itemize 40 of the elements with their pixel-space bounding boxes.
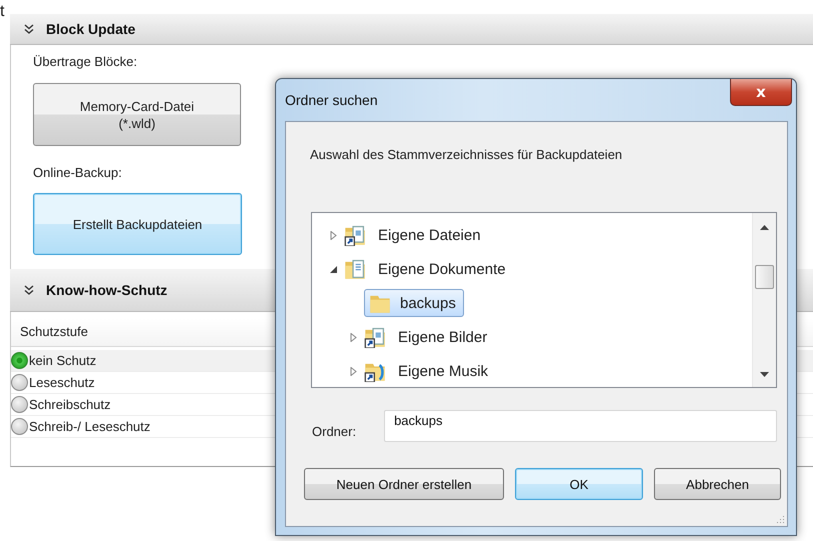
radio-button[interactable] [11, 352, 28, 369]
dialog-button[interactable]: Neuen Ordner erstellen [304, 468, 504, 500]
radio-button[interactable] [11, 374, 28, 391]
backup-button[interactable]: Erstellt Backupdateien [33, 193, 242, 255]
scroll-up-icon[interactable] [760, 225, 769, 231]
field-label: Online-Backup: [33, 165, 123, 180]
dialog-button[interactable]: OK [515, 468, 643, 500]
expand-icon[interactable] [329, 230, 338, 240]
folder-field[interactable]: backups [384, 410, 777, 442]
selected-tree-item[interactable]: backups [364, 289, 464, 317]
option-label: Leseschutz [29, 375, 95, 390]
tree-item[interactable]: Eigene Dateien [372, 222, 487, 248]
option-label: Schreibschutz [29, 397, 111, 412]
folder-icon [344, 258, 366, 280]
radio-button[interactable] [11, 396, 28, 413]
memory-card-button[interactable]: Memory-Card-Datei (*.wld) [33, 83, 241, 146]
folder-icon [344, 224, 366, 246]
option-label: Schreib-/ Leseschutz [29, 419, 150, 434]
resize-grip-icon[interactable] [775, 514, 785, 524]
collapse-icon[interactable] [329, 264, 338, 274]
tree-item[interactable]: Eigene Dokumente [372, 256, 512, 282]
tree-item[interactable]: Eigene Musik [392, 358, 494, 384]
field-label: Ordner: [312, 424, 356, 438]
chevron-icon[interactable] [24, 24, 34, 34]
dialog-button[interactable]: Abbrechen [654, 468, 781, 500]
expand-icon[interactable] [349, 366, 358, 376]
scroll-thumb[interactable] [755, 265, 774, 289]
scrollbar[interactable] [752, 213, 776, 387]
dialog-description: Auswahl des Stammverzeichnisses für Backupdateien [310, 147, 624, 162]
expand-icon[interactable] [349, 332, 358, 342]
dialog-title: Ordner suchen [285, 92, 378, 108]
cut-off-text: t [0, 4, 6, 22]
field-label: Übertrage Blöcke: [33, 54, 138, 69]
option-label: kein Schutz [29, 353, 96, 368]
radio-button[interactable] [11, 418, 28, 435]
close-button[interactable]: x [730, 79, 792, 106]
chevron-icon[interactable] [24, 285, 34, 295]
section-title: Block Update [46, 21, 136, 37]
section-title: Know-how-Schutz [46, 282, 168, 298]
folder-icon [364, 326, 386, 348]
